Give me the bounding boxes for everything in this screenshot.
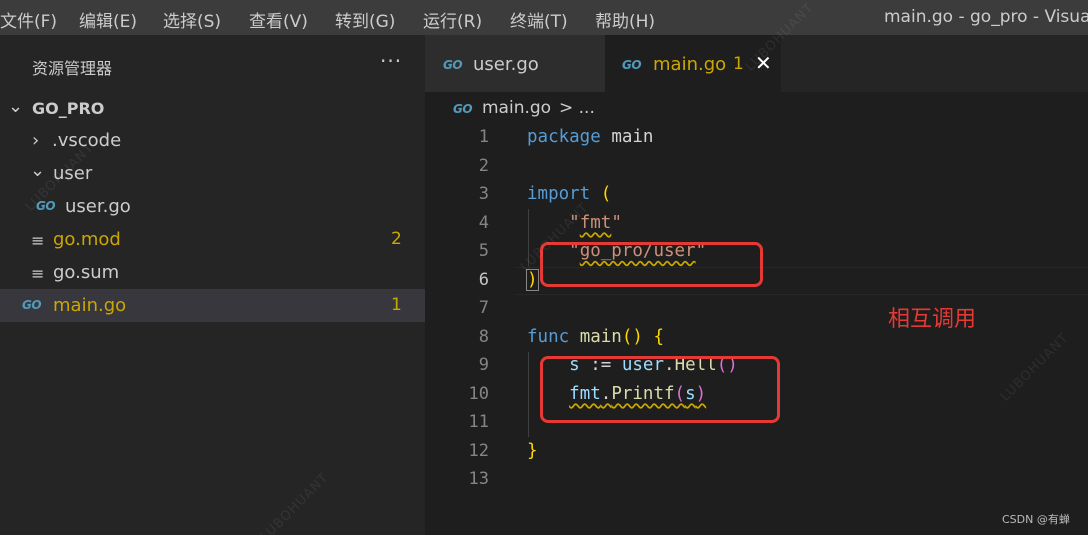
more-actions-icon[interactable]: ··· [380, 49, 402, 73]
menu-file[interactable]: 文件(F) [0, 7, 57, 32]
problem-count-badge: 1 [391, 295, 402, 315]
breadcrumb-file[interactable]: main.go [482, 98, 551, 118]
code-line: 8 func main() { [425, 324, 1088, 353]
bracket-token: } [527, 440, 538, 461]
line-number: 7 [478, 298, 489, 318]
explorer-title: 资源管理器 [32, 59, 113, 78]
highlight-box-import [540, 242, 763, 287]
line-number: 4 [478, 212, 489, 233]
tree-item-label: go.sum [53, 262, 120, 283]
code-line: 4 "fmt" [425, 210, 1088, 239]
code-line: 12 } [425, 438, 1088, 467]
string-token: " [611, 212, 622, 233]
chevron-right-icon: › [32, 130, 40, 151]
tree-item-go-sum[interactable]: ≡ go.sum [0, 256, 425, 289]
line-number: 10 [468, 383, 489, 404]
line-number: 8 [478, 326, 489, 347]
go-file-icon: GO [453, 102, 473, 116]
window-title: main.go - go_pro - Visual [884, 7, 1088, 27]
menu-help[interactable]: 帮助(H) [595, 7, 655, 32]
annotation-label: 相互调用 [888, 307, 977, 332]
highlight-box-call [540, 356, 780, 423]
text-file-icon: ≡ [31, 231, 45, 250]
menu-edit[interactable]: 编辑(E) [79, 7, 137, 32]
tree-item-label: user.go [65, 196, 131, 217]
line-number: 5 [478, 241, 489, 261]
code-line: 2 [425, 153, 1088, 182]
menu-go[interactable]: 转到(G) [335, 7, 395, 32]
folder-root[interactable]: ⌄ GO_PRO [0, 91, 425, 124]
breadcrumb: GO main.go > ... [425, 92, 1088, 124]
keyword-token: func [527, 326, 570, 347]
line-number: 13 [468, 469, 489, 489]
tree-item-user-go[interactable]: GO user.go [0, 190, 425, 223]
code-line: 1 package main [425, 124, 1088, 153]
problem-count-badge: 2 [391, 229, 402, 249]
root-folder-label: GO_PRO [32, 99, 105, 118]
go-file-icon: GO [622, 58, 642, 72]
menu-bar: 文件(F) 编辑(E) 选择(S) 查看(V) 转到(G) 运行(R) 终端(T… [0, 0, 1088, 35]
tab-label: main.go [653, 54, 727, 75]
tree-item-label: main.go [53, 295, 127, 316]
go-file-icon: GO [22, 298, 42, 312]
code-line: 7 [425, 295, 1088, 324]
line-number: 6 [478, 269, 489, 290]
menu-view[interactable]: 查看(V) [249, 7, 308, 32]
menu-run[interactable]: 运行(R) [423, 7, 482, 32]
tab-user-go[interactable]: GO user.go [425, 35, 605, 92]
text-file-icon: ≡ [31, 264, 45, 283]
go-file-icon: GO [443, 58, 463, 72]
identifier-token: main [611, 127, 654, 147]
line-number: 3 [478, 184, 489, 204]
chevron-down-icon: ⌄ [30, 160, 46, 181]
bracket-token: ( [600, 184, 612, 204]
code-editor[interactable]: 1 package main 2 3 import ( 4 "fmt" 5 "g… [425, 124, 1088, 535]
code-line: 3 import ( [425, 181, 1088, 210]
code-line: 13 [425, 466, 1088, 495]
chevron-down-icon: ⌄ [8, 96, 24, 117]
line-number: 12 [468, 440, 489, 461]
tree-item-vscode[interactable]: › .vscode [0, 124, 425, 157]
line-number: 9 [478, 355, 489, 375]
keyword-token: package [527, 127, 601, 147]
tab-label: user.go [473, 54, 539, 75]
credit-text: CSDN @有蝉 [1002, 513, 1070, 526]
bracket-token: { [653, 326, 665, 347]
tree-item-main-go[interactable]: GO main.go 1 [0, 289, 425, 322]
menu-terminal[interactable]: 终端(T) [510, 7, 568, 32]
line-number: 1 [478, 127, 489, 147]
bracket-token: () [621, 326, 643, 347]
line-number: 11 [468, 412, 489, 432]
function-name-token: main [579, 326, 622, 347]
breadcrumb-symbols[interactable]: > ... [559, 98, 595, 118]
menu-selection[interactable]: 选择(S) [163, 7, 221, 32]
line-number: 2 [478, 155, 489, 176]
tree-item-label: go.mod [53, 229, 121, 250]
tree-item-go-mod[interactable]: ≡ go.mod 2 [0, 223, 425, 256]
explorer-sidebar: 资源管理器 ··· ⌄ GO_PRO › .vscode ⌄ user GO u… [0, 35, 425, 535]
